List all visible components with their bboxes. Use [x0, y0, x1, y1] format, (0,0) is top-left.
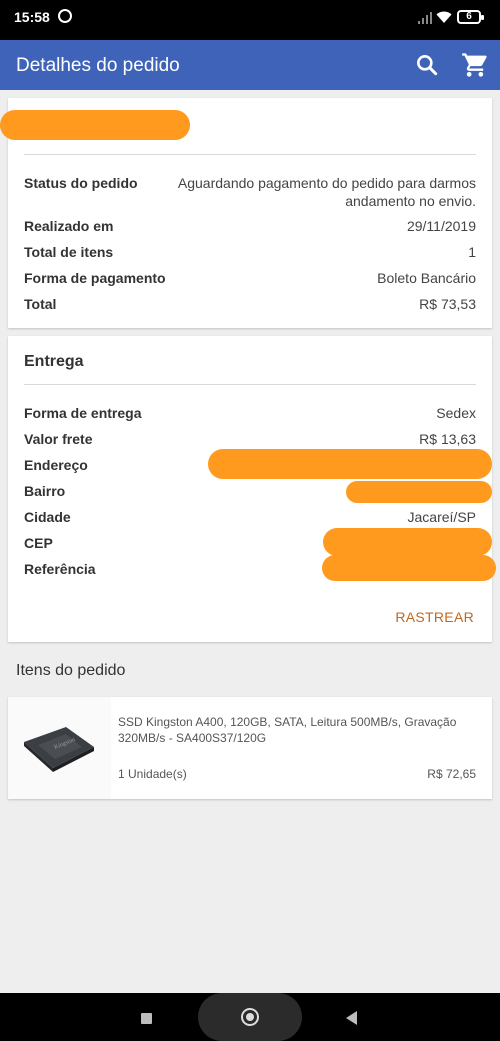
status-time: 15:58	[14, 9, 50, 25]
ssd-thumbnail: Kingston	[8, 697, 111, 799]
total-value: R$ 73,53	[419, 296, 476, 312]
status-value-line1: Aguardando pagamento do pedido para darm…	[177, 175, 476, 191]
whatsapp-icon	[58, 9, 72, 23]
address-label: Endereço	[24, 457, 88, 473]
product-price: R$ 72,65	[427, 767, 476, 781]
date-label: Realizado em	[24, 218, 114, 234]
back-icon[interactable]	[346, 1011, 357, 1025]
recents-icon[interactable]	[141, 1013, 152, 1024]
items-section-title: Itens do pedido	[16, 662, 126, 679]
reference-label: Referência	[24, 561, 96, 577]
city-value: Jacareí/SP	[407, 509, 476, 525]
divider	[24, 384, 476, 385]
system-nav-bar	[0, 993, 500, 1041]
date-value: 29/11/2019	[406, 218, 476, 234]
shipping-method-label: Forma de entrega	[24, 405, 142, 421]
payment-label: Forma de pagamento	[24, 270, 166, 286]
items-count-value: 1	[468, 244, 476, 260]
city-label: Cidade	[24, 509, 71, 525]
shipping-cost-label: Valor frete	[24, 431, 93, 447]
status-label: Status do pedido	[24, 175, 138, 191]
items-count-label: Total de itens	[24, 244, 114, 260]
redacted-reference	[322, 555, 496, 581]
redacted-address	[208, 449, 492, 479]
app-bar: Detalhes do pedido	[0, 40, 500, 90]
status-bar: 15:58 6	[0, 0, 500, 40]
product-name: SSD Kingston A400, 120GB, SATA, Leitura …	[118, 715, 457, 745]
battery-level: 6	[466, 11, 472, 22]
shipping-cost-value: R$ 13,63	[419, 431, 476, 447]
product-quantity: 1 Unidade(s)	[118, 767, 187, 781]
home-button[interactable]	[198, 993, 302, 1041]
search-icon[interactable]	[414, 52, 440, 78]
delivery-title: Entrega	[24, 353, 84, 370]
cart-icon[interactable]	[461, 51, 489, 79]
delivery-card: Entrega Forma de entrega Sedex Valor fre…	[8, 336, 496, 642]
shipping-method-value: Sedex	[436, 405, 476, 421]
status-value-line2: andamento no envio.	[345, 193, 476, 209]
order-summary-card: Status do pedido Aguardando pagamento do…	[0, 98, 492, 328]
battery-icon: 6	[457, 10, 484, 24]
payment-value: Boleto Bancário	[377, 270, 476, 286]
page-title: Detalhes do pedido	[16, 55, 180, 76]
district-label: Bairro	[24, 483, 66, 499]
cep-label: CEP	[24, 535, 53, 551]
track-button[interactable]: RASTREAR	[395, 609, 474, 625]
redacted-cep	[323, 528, 492, 556]
divider	[24, 154, 476, 155]
signal-icon	[418, 12, 432, 24]
total-label: Total	[24, 296, 57, 312]
wifi-icon	[436, 11, 452, 23]
redacted-order-title	[0, 110, 190, 140]
redacted-district	[346, 481, 492, 503]
home-dot-icon	[246, 1013, 254, 1021]
ssd-image: Kingston	[24, 727, 94, 772]
order-item-card[interactable]: Kingston SSD Kingston A400, 120GB, SATA,…	[8, 697, 492, 799]
